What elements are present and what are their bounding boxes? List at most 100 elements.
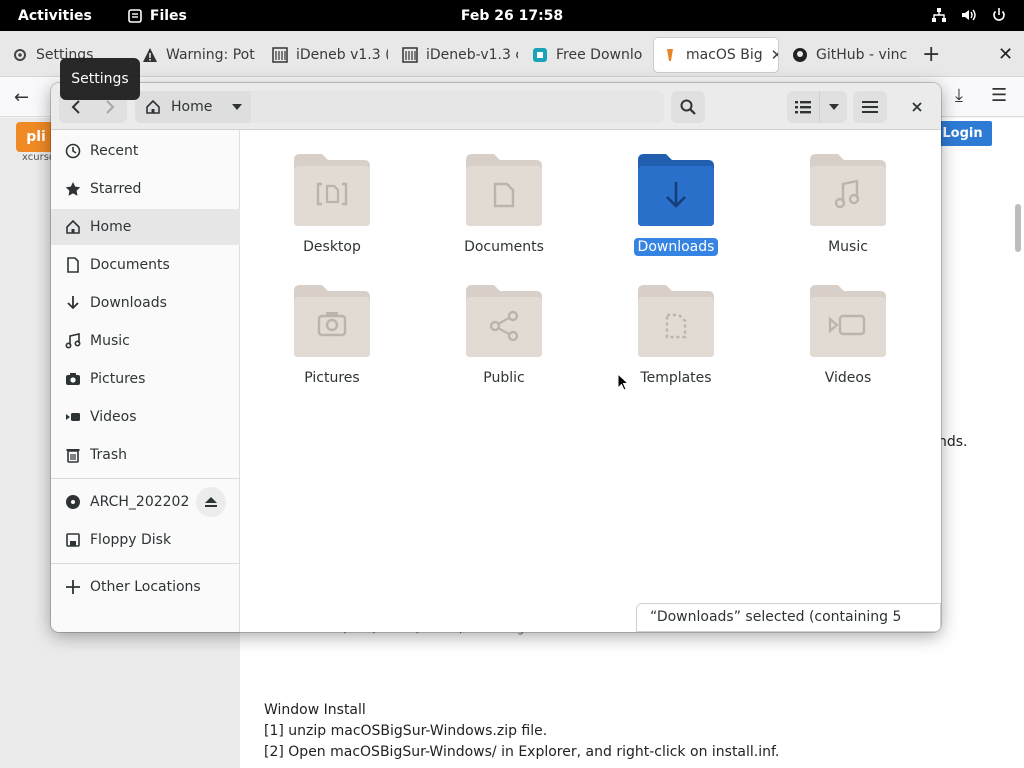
sidebar-item-starred[interactable]: Starred [51,171,240,207]
downloads-folder-icon [638,154,714,226]
path-home-label: Home [171,99,213,115]
page-scrollbar[interactable] [1015,204,1021,252]
system-tray[interactable] [930,6,1008,24]
folder-label: Desktop [303,239,361,255]
music-icon [65,333,81,349]
tab-free-download[interactable]: Free Downlo [524,38,648,72]
sidebar-item-label: Recent [90,143,139,159]
document-icon [65,257,81,273]
site-logo[interactable]: pli [16,122,56,152]
tab-label: macOS Big [686,47,763,63]
list-view-button[interactable] [787,91,819,123]
archive-icon [272,47,288,63]
path-home-button[interactable]: Home [135,91,251,123]
videos-folder-icon [810,285,886,357]
hamburger-menu-icon [862,101,878,113]
window-close-button[interactable]: ✕ [998,45,1013,65]
tab-label: Warning: Pot [166,47,255,63]
sidebar-item-recent[interactable]: Recent [51,133,240,169]
main-menu-button[interactable] [853,91,887,123]
sidebar-item-music[interactable]: Music [51,323,240,359]
sidebar-item-documents[interactable]: Documents [51,247,240,283]
home-icon [65,219,81,235]
tab-github[interactable]: GitHub - vinc [784,38,908,72]
folder-downloads[interactable]: Downloads [616,152,736,256]
tab-ideneb-1[interactable]: iDeneb v1.3 ( [264,38,388,72]
sidebar-item-label: Other Locations [90,579,201,595]
folder-documents[interactable]: Documents [444,152,564,256]
folder-pictures[interactable]: Pictures [272,283,392,387]
browser-tab-bar: Settings Warning: Pot iDeneb v1.3 ( iDen… [0,31,1024,77]
folder-videos[interactable]: Videos [788,283,908,387]
tab-label: iDeneb-v1.3 c [426,47,518,63]
dialog-close-button[interactable] [901,91,933,123]
mouse-pointer-icon [617,373,629,391]
folder-music[interactable]: Music [788,152,908,256]
pictures-folder-icon [294,285,370,357]
sidebar-item-pictures[interactable]: Pictures [51,361,240,397]
folder-public[interactable]: Public [444,283,564,387]
templates-folder-icon [638,285,714,357]
clock-icon [65,143,81,159]
sidebar-item-label: Music [90,333,130,349]
tab-label: Free Downlo [556,47,643,63]
tab-warning[interactable]: Warning: Pot [134,38,258,72]
back-arrow-icon[interactable]: ← [14,87,29,108]
path-bar[interactable]: Home [135,91,664,123]
sidebar-item-trash[interactable]: Trash [51,437,240,473]
hamburger-menu-icon[interactable]: ☰ [991,85,1007,106]
eject-icon [205,497,217,507]
floppy-icon [65,532,81,548]
folder-label: Pictures [304,370,360,386]
step-text: [2] Open [264,744,331,760]
folder-desktop[interactable]: Desktop [272,152,392,256]
sidebar-item-home[interactable]: Home [51,209,240,245]
sidebar-divider [51,478,240,479]
sidebar-item-other-locations[interactable]: Other Locations [51,569,240,605]
step-text: . [774,744,780,760]
activities-button[interactable]: Activities [18,8,92,24]
sidebar-item-floppy[interactable]: Floppy Disk [51,522,240,558]
app-menu[interactable]: Files [128,8,187,24]
power-icon[interactable] [990,6,1008,24]
folder-label: Documents [464,239,544,255]
search-button[interactable] [671,91,705,123]
chevron-down-icon [232,104,242,110]
volume-icon[interactable] [960,6,978,24]
tab-macos-bigsur[interactable]: macOS Big ✕ [654,38,778,72]
sidebar-item-downloads[interactable]: Downloads [51,285,240,321]
network-icon[interactable] [930,6,948,24]
sidebar-item-videos[interactable]: Videos [51,399,240,435]
step-filename: install.inf [711,744,775,760]
sidebar-item-label: Floppy Disk [90,532,172,548]
warning-icon [142,47,158,63]
sidebar-item-label: ARCH_202202 [90,494,190,510]
list-view-icon [795,101,811,114]
downloads-icon[interactable]: ⤓ [955,85,963,106]
camera-icon [65,371,81,387]
folder-label: Public [483,370,525,386]
eject-button[interactable] [196,487,226,517]
settings-tooltip: Settings [60,58,140,100]
public-folder-icon [466,285,542,357]
download-site-icon [532,47,548,63]
chevron-right-icon [106,100,115,114]
step-filename: macOSBigSur-Windows.zip [330,723,517,739]
folder-label: Downloads [633,238,719,256]
app-name: Files [149,7,187,24]
top-bar: Activities Files Feb 26 17:58 [0,0,1024,31]
close-tab-icon[interactable]: ✕ [771,46,778,64]
login-button[interactable]: Login [933,121,992,146]
folder-templates[interactable]: Templates [616,283,736,387]
sidebar-item-label: Downloads [90,295,167,311]
new-tab-button[interactable]: + [922,44,940,66]
tab-label: iDeneb v1.3 ( [296,47,388,63]
tab-ideneb-2[interactable]: iDeneb-v1.3 c [394,38,518,72]
install-step-2: [2] Open macOSBigSur-Windows/ in Explore… [264,744,779,760]
places-sidebar: Recent Starred Home Documents Downloads … [51,130,240,632]
tab-label: GitHub - vinc [816,47,908,63]
plus-icon [65,579,81,595]
view-options-button[interactable] [819,91,847,123]
download-icon [65,295,81,311]
archive-icon [402,47,418,63]
